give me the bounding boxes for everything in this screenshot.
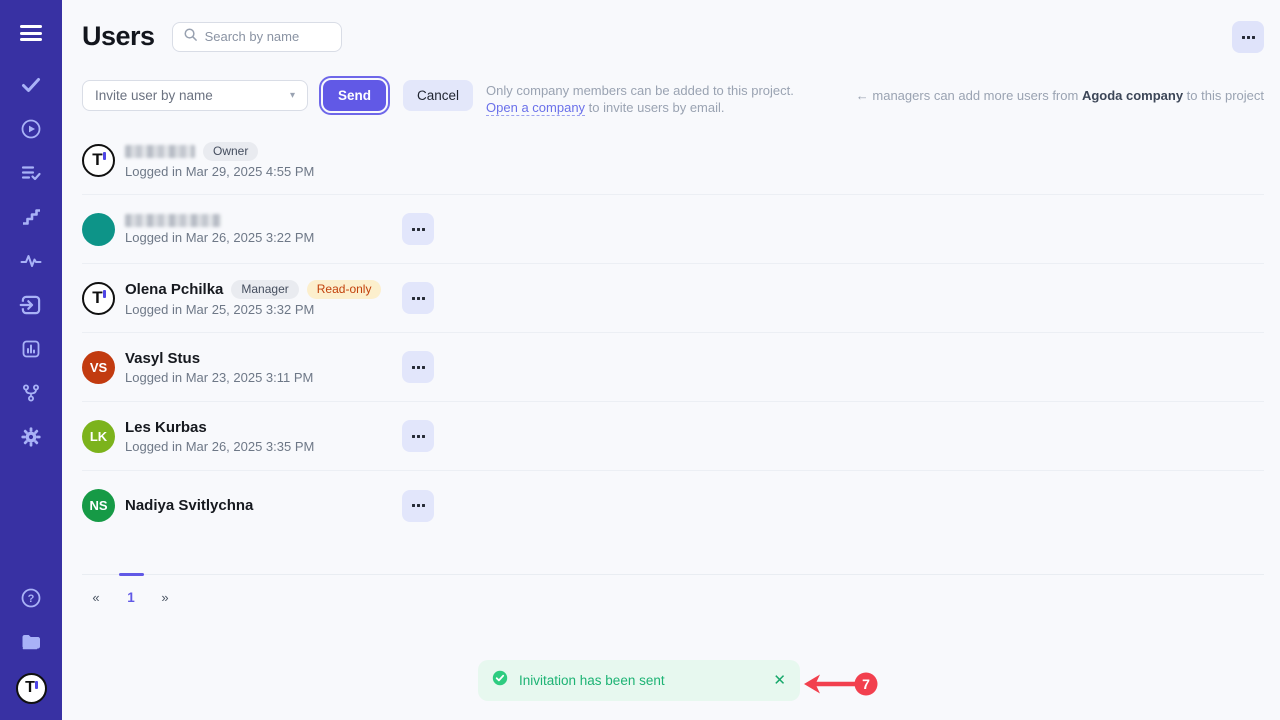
last-login: Logged in Mar 25, 2025 3:32 PM <box>125 302 402 317</box>
header-more-button[interactable] <box>1232 21 1264 53</box>
managers-note-suffix: to this project <box>1183 88 1264 103</box>
sidebar-item-import[interactable] <box>15 291 47 323</box>
active-page-indicator <box>119 573 144 576</box>
activity-pulse-icon <box>19 249 43 278</box>
play-circle-icon <box>19 117 43 146</box>
row-menu-button[interactable] <box>402 420 434 452</box>
sidebar-nav <box>15 71 47 455</box>
success-check-icon <box>492 670 508 691</box>
search-box <box>172 22 342 52</box>
readonly-badge: Read-only <box>307 280 382 299</box>
cancel-button[interactable]: Cancel <box>403 80 473 111</box>
sidebar-item-runs[interactable] <box>15 115 47 147</box>
app-logo-icon: T <box>16 673 47 704</box>
search-input[interactable] <box>205 29 331 44</box>
sidebar-item-integrations[interactable] <box>15 379 47 411</box>
role-badge: Manager <box>231 280 298 299</box>
hamburger-menu-icon[interactable] <box>15 19 47 47</box>
avatar: T <box>82 144 115 177</box>
pagination-prev-button[interactable]: « <box>84 585 108 609</box>
sidebar-item-test-cases[interactable] <box>15 159 47 191</box>
pagination: « 1 » <box>82 574 1264 634</box>
bar-chart-icon <box>19 337 43 366</box>
user-name: Les Kurbas <box>125 419 207 436</box>
pagination-next-button[interactable]: » <box>153 585 177 609</box>
invite-select-value: Invite user by name <box>95 88 213 103</box>
last-login: Logged in Mar 23, 2025 3:11 PM <box>125 370 402 385</box>
page-header: Users <box>82 0 1264 52</box>
sidebar-item-activity[interactable] <box>15 247 47 279</box>
avatar: VS <box>82 351 115 384</box>
open-company-link[interactable]: Open a company <box>486 100 585 116</box>
invite-user-select[interactable]: Invite user by name ▾ <box>82 80 308 111</box>
managers-note-company: Agoda company <box>1082 88 1183 103</box>
toast-message: Inivitation has been sent <box>519 673 773 688</box>
check-icon <box>19 73 43 102</box>
chevron-down-icon: ▾ <box>290 90 295 101</box>
row-menu-button[interactable] <box>402 213 434 245</box>
sidebar-item-checks[interactable] <box>15 71 47 103</box>
table-row: LK Les Kurbas Logged in Mar 26, 2025 3:3… <box>82 402 1264 471</box>
table-row: T Olena Pchilka Manager Read-only Logged… <box>82 264 1264 333</box>
sidebar-item-steps[interactable] <box>15 203 47 235</box>
role-badge: Owner <box>203 142 258 161</box>
row-menu-button[interactable] <box>402 490 434 522</box>
row-menu-button[interactable] <box>402 351 434 383</box>
sidebar-item-settings[interactable] <box>15 423 47 455</box>
sidebar-item-help[interactable]: ? <box>15 584 47 616</box>
avatar <box>82 213 115 246</box>
redacted-user-name <box>125 214 221 227</box>
page-title: Users <box>82 21 155 52</box>
managers-note-prefix: ← managers can add more users from <box>856 88 1082 103</box>
search-icon <box>183 27 198 47</box>
svg-text:?: ? <box>28 593 35 605</box>
folder-icon <box>19 630 43 659</box>
row-menu-button[interactable] <box>402 282 434 314</box>
invite-info-line1: Only company members can be added to thi… <box>486 83 794 98</box>
avatar: LK <box>82 420 115 453</box>
gear-icon <box>19 425 43 454</box>
last-login: Logged in Mar 26, 2025 3:22 PM <box>125 230 402 245</box>
avatar: NS <box>82 489 115 522</box>
user-name: Nadiya Svitlychna <box>125 497 253 514</box>
user-name: Olena Pchilka <box>125 281 223 298</box>
branch-icon <box>19 381 43 410</box>
toast-notification: Inivitation has been sent ✕ <box>478 660 800 701</box>
toast-close-icon[interactable]: ✕ <box>773 673 786 688</box>
table-row: Logged in Mar 26, 2025 3:22 PM <box>82 195 1264 264</box>
redacted-user-name <box>125 145 195 158</box>
app-logo[interactable]: T <box>15 672 47 704</box>
last-login: Logged in Mar 26, 2025 3:35 PM <box>125 439 402 454</box>
checklist-icon <box>19 161 43 190</box>
sidebar-footer: ? T <box>15 584 47 704</box>
sidebar: ? T <box>0 0 62 720</box>
sidebar-item-projects[interactable] <box>15 628 47 660</box>
stairs-icon <box>19 205 43 234</box>
invite-info-line2: to invite users by email. <box>585 100 724 115</box>
table-row: NS Nadiya Svitlychna <box>82 471 1264 540</box>
user-list: T Owner Logged in Mar 29, 2025 4:55 PM L… <box>82 126 1264 540</box>
last-login: Logged in Mar 29, 2025 4:55 PM <box>125 164 402 179</box>
sidebar-item-reports[interactable] <box>15 335 47 367</box>
table-row: T Owner Logged in Mar 29, 2025 4:55 PM <box>82 126 1264 195</box>
user-name: Vasyl Stus <box>125 350 200 367</box>
table-row: VS Vasyl Stus Logged in Mar 23, 2025 3:1… <box>82 333 1264 402</box>
help-icon: ? <box>19 586 43 615</box>
avatar: T <box>82 282 115 315</box>
sign-in-icon <box>18 292 44 323</box>
pagination-page-1[interactable]: 1 <box>119 585 143 609</box>
main-content: Users Invite user by name ▾ Send Cancel … <box>62 0 1280 720</box>
send-button[interactable]: Send <box>323 80 386 111</box>
invite-info-text: Only company members can be added to thi… <box>486 82 794 116</box>
invite-bar: Invite user by name ▾ Send Cancel Only c… <box>82 80 1264 122</box>
managers-note: ← managers can add more users from Agoda… <box>856 88 1264 103</box>
